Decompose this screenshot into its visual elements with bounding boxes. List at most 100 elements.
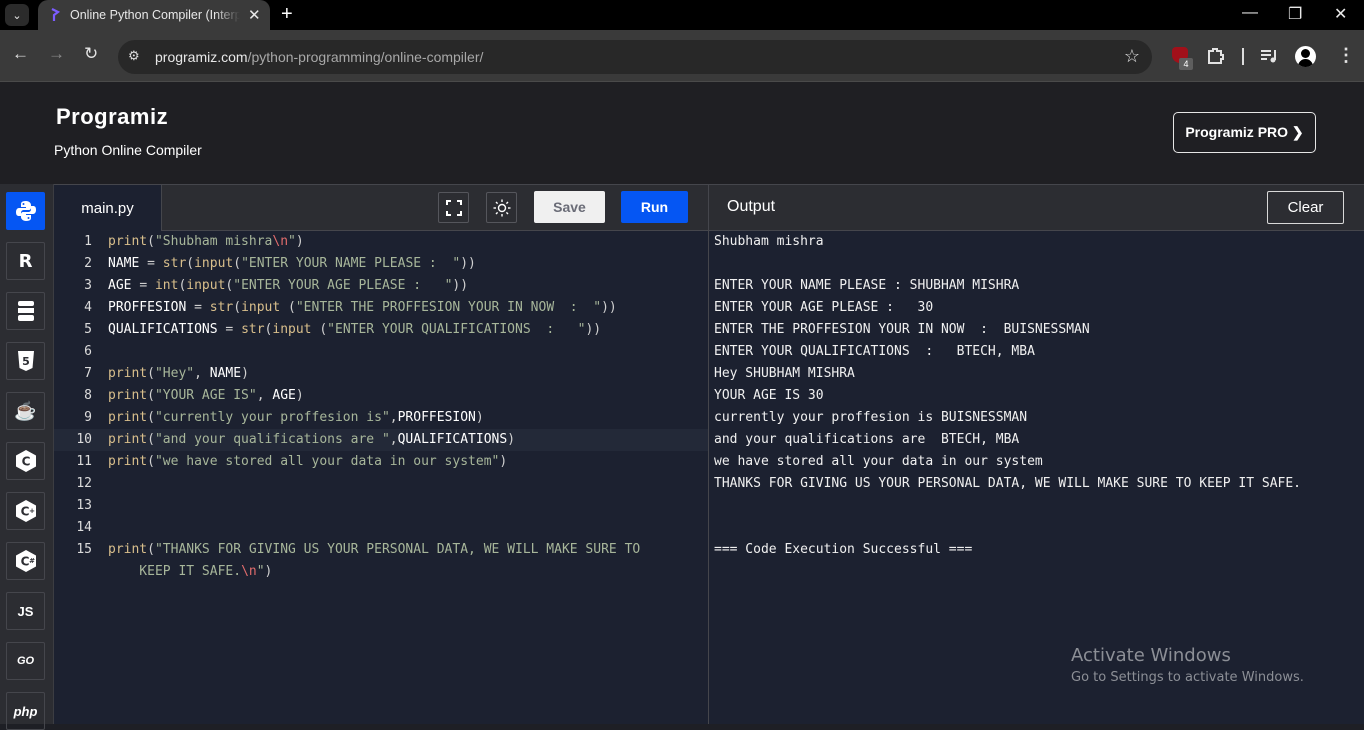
- output-line: ENTER YOUR QUALIFICATIONS : BTECH, MBA: [714, 344, 1035, 359]
- code-text: QUALIFICATIONS = str(input ("ENTER YOUR …: [108, 322, 602, 337]
- kebab-menu-icon[interactable]: ⋮: [1337, 45, 1355, 66]
- programiz-pro-button[interactable]: Programiz PRO ❯: [1173, 112, 1316, 153]
- code-line[interactable]: 14: [54, 517, 708, 539]
- tab-title: Online Python Compiler (Interpreter): [70, 8, 240, 22]
- line-number: 9: [84, 410, 92, 425]
- programiz-logo[interactable]: Programiz: [56, 104, 168, 130]
- svg-text:5: 5: [22, 355, 30, 368]
- browser-tab[interactable]: Online Python Compiler (Interpreter) ✕: [38, 0, 270, 30]
- code-line[interactable]: 15 print("THANKS FOR GIVING US YOUR PERSO…: [54, 539, 708, 561]
- code-line[interactable]: 11 print("we have stored all your data in…: [54, 451, 708, 473]
- fullscreen-icon: [445, 199, 462, 216]
- puzzle-icon[interactable]: [1207, 47, 1226, 65]
- watermark-subtitle: Go to Settings to activate Windows.: [1071, 670, 1304, 685]
- output-toolbar: Output Clear: [708, 184, 1364, 231]
- output-line: we have stored all your data in our syst…: [714, 454, 1043, 469]
- line-number: 11: [76, 454, 92, 469]
- sidebar-item-cpp[interactable]: C +: [6, 492, 45, 530]
- code-text: print("Shubham mishra\n"): [108, 234, 304, 249]
- tab-search-button[interactable]: ⌄: [5, 4, 29, 26]
- output-line: Shubham mishra: [714, 234, 824, 249]
- star-icon[interactable]: ☆: [1124, 46, 1140, 67]
- code-text: print("THANKS FOR GIVING US YOUR PERSONA…: [108, 542, 641, 557]
- sidebar-item-python[interactable]: [6, 192, 45, 230]
- watermark-title: Activate Windows: [1071, 645, 1231, 666]
- output-line: currently your proffesion is BUISNESSMAN: [714, 410, 1028, 425]
- csharp-icon: C #: [15, 550, 36, 572]
- sidebar-item-html[interactable]: 5: [6, 342, 45, 380]
- language-sidebar: R 5 ☕ C C + C # JS GO php: [0, 184, 54, 730]
- java-icon: ☕: [14, 400, 37, 421]
- file-tab[interactable]: main.py: [54, 185, 162, 231]
- code-editor[interactable]: 1 print("Shubham mishra\n") 2 NAME = str(in…: [54, 231, 708, 724]
- restore-icon[interactable]: ❐: [1288, 4, 1302, 24]
- editor-toolbar: main.py Save Run: [54, 184, 708, 231]
- arrow-left-icon[interactable]: ←: [12, 44, 29, 64]
- tune-icon[interactable]: ⚙: [128, 48, 146, 66]
- line-number: 12: [76, 476, 92, 491]
- php-icon: php: [13, 703, 38, 719]
- line-number: 8: [84, 388, 92, 403]
- sidebar-item-c[interactable]: C: [6, 442, 45, 480]
- code-text: print("Hey", NAME): [108, 366, 249, 381]
- code-line[interactable]: 7 print("Hey", NAME): [54, 363, 708, 385]
- address-bar[interactable]: ⚙ programiz.com/python-programming/onlin…: [118, 40, 1152, 74]
- media-queue-icon[interactable]: [1261, 49, 1279, 63]
- js-icon: JS: [17, 603, 34, 619]
- code-text: AGE = int(input("ENTER YOUR AGE PLEASE :…: [108, 278, 469, 293]
- site-header: Programiz Python Online Compiler Program…: [0, 82, 1364, 184]
- code-line[interactable]: 8 print("YOUR AGE IS", AGE): [54, 385, 708, 407]
- c-icon: C: [15, 450, 36, 472]
- code-line[interactable]: KEEP IT SAFE.\n"): [54, 561, 708, 583]
- toolbar-divider: [1242, 48, 1244, 65]
- sidebar-item-javascript[interactable]: JS: [6, 592, 45, 630]
- line-number: 3: [84, 278, 92, 293]
- output-line: and your qualifications are BTECH, MBA: [714, 432, 1020, 447]
- code-text: KEEP IT SAFE.\n"): [108, 564, 273, 579]
- code-line[interactable]: 6: [54, 341, 708, 363]
- save-button[interactable]: Save: [534, 191, 605, 223]
- reload-icon[interactable]: ↻: [84, 44, 98, 64]
- code-line[interactable]: 5 QUALIFICATIONS = str(input ("ENTER YOUR…: [54, 319, 708, 341]
- python-icon: [15, 201, 36, 221]
- run-button[interactable]: Run: [621, 191, 688, 223]
- code-line[interactable]: 2 NAME = str(input("ENTER YOUR NAME PLEAS…: [54, 253, 708, 275]
- sidebar-item-csharp[interactable]: C #: [6, 542, 45, 580]
- sidebar-item-sql[interactable]: [6, 292, 45, 330]
- url-text[interactable]: programiz.com/python-programming/online-…: [155, 49, 483, 65]
- code-line[interactable]: 1 print("Shubham mishra\n"): [54, 231, 708, 253]
- svg-text:+: +: [29, 507, 35, 515]
- line-number: 10: [76, 432, 92, 447]
- line-number: 6: [84, 344, 92, 359]
- url-path: /python-programming/online-compiler/: [247, 49, 484, 65]
- sidebar-item-php[interactable]: php: [6, 692, 45, 730]
- sidebar-item-java[interactable]: ☕: [6, 392, 45, 430]
- browser-tab-bar: ⌄ Online Python Compiler (Interpreter) ✕…: [0, 0, 1364, 30]
- arrow-right-icon[interactable]: →: [48, 44, 65, 64]
- chevron-down-icon: ⌄: [12, 9, 22, 22]
- database-icon: [17, 301, 34, 321]
- theme-toggle-button[interactable]: [486, 192, 517, 223]
- code-line[interactable]: 9 print("currently your proffesion is",PR…: [54, 407, 708, 429]
- code-line[interactable]: 3 AGE = int(input("ENTER YOUR AGE PLEASE …: [54, 275, 708, 297]
- window-close-icon[interactable]: ✕: [1334, 4, 1347, 24]
- line-number: 5: [84, 322, 92, 337]
- code-line[interactable]: 4 PROFFESION = str(input ("ENTER THE PROF…: [54, 297, 708, 319]
- line-number: 1: [84, 234, 92, 249]
- line-number: 2: [84, 256, 92, 271]
- avatar-icon[interactable]: [1295, 46, 1316, 67]
- sidebar-item-go[interactable]: GO: [6, 642, 45, 680]
- browser-toolbar: ← → ↻ ⚙ programiz.com/python-programming…: [0, 30, 1364, 82]
- close-icon[interactable]: ✕: [248, 6, 261, 24]
- code-line[interactable]: 13: [54, 495, 708, 517]
- code-line[interactable]: 10 print("and your qualifications are ",Q…: [54, 429, 708, 451]
- plus-icon[interactable]: +: [281, 3, 293, 26]
- url-host: programiz.com: [155, 49, 248, 65]
- minimize-icon[interactable]: —: [1242, 4, 1258, 22]
- code-line[interactable]: 12: [54, 473, 708, 495]
- extension-badge: 4: [1179, 58, 1193, 70]
- clear-button[interactable]: Clear: [1267, 191, 1344, 224]
- code-text: print("currently your proffesion is",PRO…: [108, 410, 484, 425]
- fullscreen-button[interactable]: [438, 192, 469, 223]
- sidebar-item-r[interactable]: R: [6, 242, 45, 280]
